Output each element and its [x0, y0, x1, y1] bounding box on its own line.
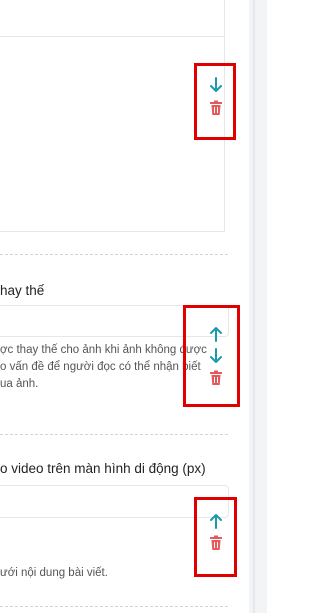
trash-icon[interactable] [209, 100, 223, 116]
trash-icon[interactable] [209, 370, 223, 386]
arrow-down-icon[interactable] [209, 348, 223, 364]
section-divider [0, 434, 228, 435]
arrow-down-icon[interactable] [209, 77, 223, 93]
content-card-top [0, 0, 225, 39]
alt-text-help-line-1: ợc thay thế cho ảnh khi ảnh không được [0, 344, 207, 356]
alt-text-help-line-2: o vấn đề để người đọc có thể nhận biết [0, 361, 201, 373]
video-mobile-label: o video trên màn hình di động (px) [0, 461, 206, 476]
bottom-help-text: ưới nội dung bài viết. [0, 567, 108, 579]
trash-icon[interactable] [209, 535, 223, 551]
content-card [0, 36, 225, 232]
alt-text-label: hay thế [0, 283, 45, 298]
alt-text-help-line-3: ua ảnh. [0, 378, 39, 390]
section-divider [0, 606, 228, 607]
arrow-up-icon[interactable] [209, 326, 223, 342]
right-side-panel [249, 0, 267, 613]
arrow-up-icon[interactable] [209, 513, 223, 529]
section-divider [0, 254, 228, 255]
scrollbar-track[interactable] [253, 0, 255, 613]
